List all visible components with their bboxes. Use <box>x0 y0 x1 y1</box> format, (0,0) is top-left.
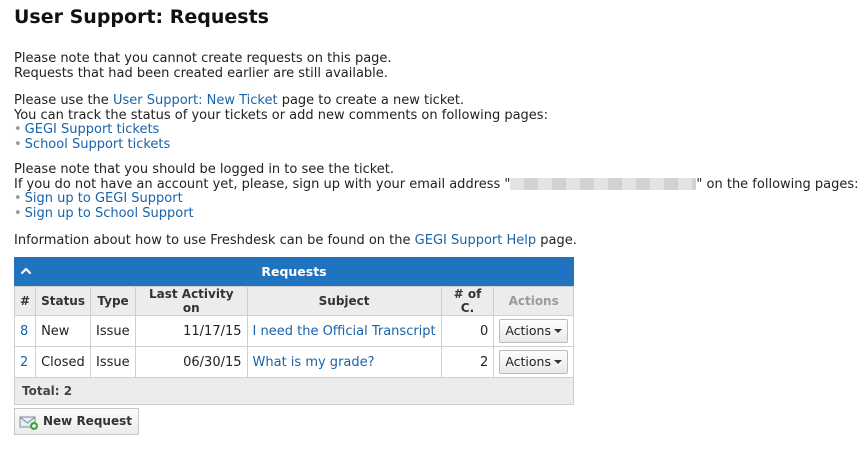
column-header-type[interactable]: Type <box>90 286 137 316</box>
actions-dropdown-button[interactable]: Actions <box>499 319 568 343</box>
new-request-button[interactable]: New Request <box>14 408 139 435</box>
column-header-actions: Actions <box>493 286 574 316</box>
chevron-up-icon[interactable] <box>20 265 32 277</box>
table-row: 8 New Issue 11/17/15 I need the Official… <box>13 315 574 347</box>
new-ticket-paragraph: Please use the User Support: New Ticket … <box>14 93 548 153</box>
grid-title: Requests <box>261 264 327 279</box>
table-row: 2 Closed Issue 06/30/15 What is my grade… <box>13 346 574 378</box>
column-header-status[interactable]: Status <box>35 286 92 316</box>
cell-actions: Actions <box>493 346 574 378</box>
cell-actions: Actions <box>493 315 574 347</box>
cell-status: New <box>35 315 92 347</box>
help-line: Information about how to use Freshdesk c… <box>14 233 577 249</box>
bullet-icon: • <box>14 191 22 206</box>
signup-suffix: " on the following pages: <box>696 176 859 192</box>
cell-id: 2 <box>13 346 37 378</box>
new-mail-icon <box>19 416 38 430</box>
cell-subject: I need the Official Transcript <box>246 315 442 347</box>
page-title: User Support: Requests <box>14 6 269 28</box>
login-line: Please note that you should be logged in… <box>14 162 395 177</box>
actions-dropdown-button[interactable]: Actions <box>499 350 568 374</box>
bullet-icon: • <box>14 122 22 137</box>
cell-last-activity: 06/30/15 <box>135 346 248 378</box>
help-paragraph: Information about how to use Freshdesk c… <box>14 233 577 249</box>
request-subject-link[interactable]: I need the Official Transcript <box>253 324 436 339</box>
track-text: You can track the status of your tickets… <box>14 107 548 123</box>
signup-prefix: If you do not have an account yet, pleas… <box>14 176 511 192</box>
list-item: • School Support tickets <box>14 136 548 153</box>
request-id-link[interactable]: 8 <box>20 324 28 339</box>
signup-school-link[interactable]: Sign up to School Support <box>25 206 194 221</box>
new-ticket-prefix: Please use the <box>14 93 113 108</box>
cell-type: Issue <box>90 315 137 347</box>
column-header-number[interactable]: # <box>13 286 37 316</box>
redacted-email <box>510 177 697 190</box>
bullet-icon: • <box>14 136 22 152</box>
list-item: • Sign up to School Support <box>14 205 859 222</box>
cell-id: 8 <box>13 315 37 347</box>
notice-paragraph: Please note that you cannot create reque… <box>14 51 392 81</box>
column-header-subject[interactable]: Subject <box>246 286 442 316</box>
help-suffix: page. <box>536 233 577 248</box>
signup-gegi-link[interactable]: Sign up to GEGI Support <box>25 191 183 206</box>
requests-grid: Requests # Status Type Last Activity on … <box>13 257 574 405</box>
list-item: • GEGI Support tickets <box>14 122 548 138</box>
cell-subject: What is my grade? <box>246 346 442 378</box>
caret-down-icon <box>554 329 562 333</box>
new-ticket-suffix: page to create a new ticket. <box>277 93 465 108</box>
gegi-support-tickets-link[interactable]: GEGI Support tickets <box>25 122 160 137</box>
new-ticket-link[interactable]: User Support: New Ticket <box>113 93 278 108</box>
grid-header: Requests <box>14 257 574 286</box>
bullet-icon: • <box>14 205 22 221</box>
caret-down-icon <box>554 360 562 364</box>
notice-line: Please note that you cannot create reque… <box>14 51 392 66</box>
new-ticket-line: Please use the User Support: New Ticket … <box>14 93 548 109</box>
school-support-tickets-link[interactable]: School Support tickets <box>25 137 171 152</box>
help-prefix: Information about how to use Freshdesk c… <box>14 233 415 248</box>
cell-comments: 0 <box>440 315 495 347</box>
cell-comments: 2 <box>440 346 495 378</box>
notice-line: Requests that had been created earlier a… <box>14 65 388 81</box>
actions-label: Actions <box>505 354 551 369</box>
gegi-support-help-link[interactable]: GEGI Support Help <box>415 233 537 248</box>
cell-status: Closed <box>35 346 92 378</box>
request-subject-link[interactable]: What is my grade? <box>253 355 375 370</box>
list-item: • Sign up to GEGI Support <box>14 191 859 207</box>
grid-footer-total: Total: 2 <box>14 378 574 405</box>
cell-type: Issue <box>90 346 137 378</box>
request-id-link[interactable]: 2 <box>20 355 28 370</box>
requests-table: # Status Type Last Activity on Subject #… <box>13 286 574 378</box>
signup-line: If you do not have an account yet, pleas… <box>14 176 859 193</box>
cell-last-activity: 11/17/15 <box>135 315 248 347</box>
new-request-label: New Request <box>43 414 132 428</box>
column-header-last-activity[interactable]: Last Activity on <box>135 286 248 316</box>
actions-label: Actions <box>505 323 551 338</box>
login-paragraph: Please note that you should be logged in… <box>14 162 859 222</box>
column-header-comments[interactable]: # of C. <box>440 286 495 316</box>
